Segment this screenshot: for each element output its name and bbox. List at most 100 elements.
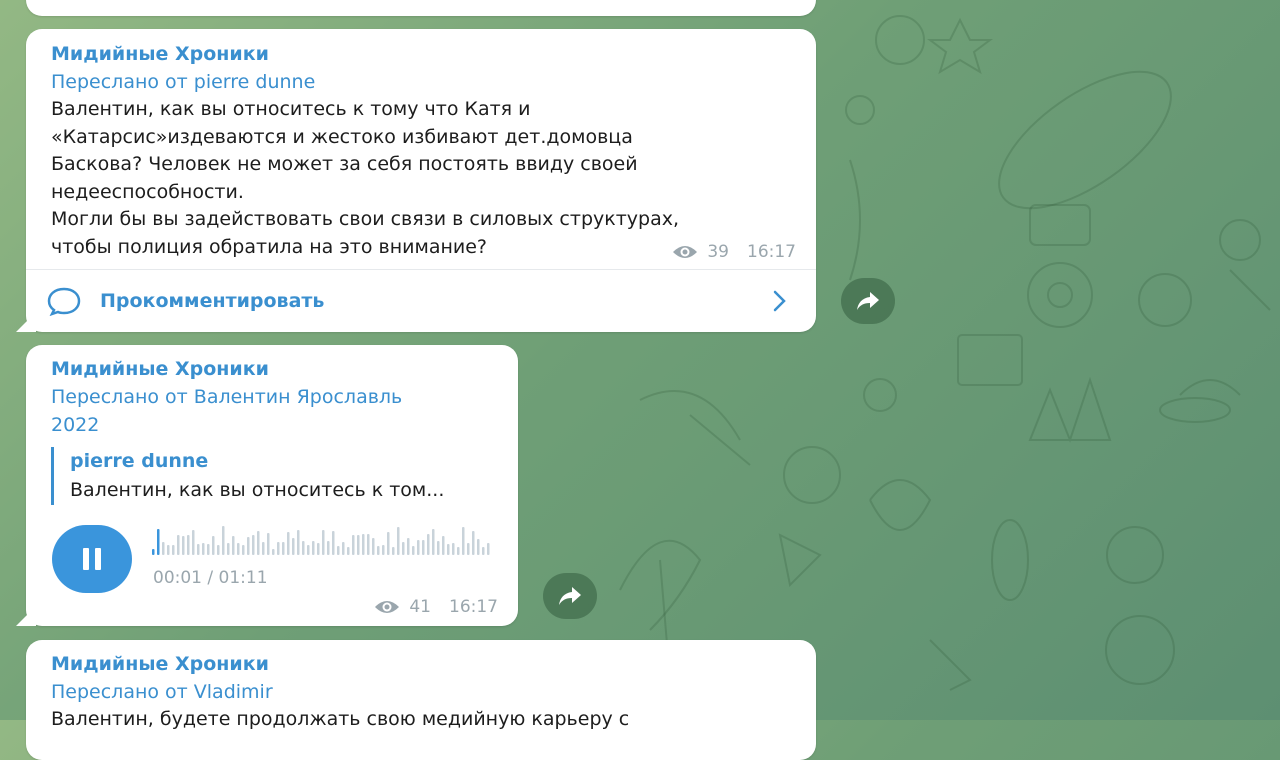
- waveform-bar: [252, 535, 255, 555]
- waveform-bar: [452, 543, 455, 555]
- waveform-bar: [402, 542, 405, 555]
- waveform-bar: [487, 543, 490, 555]
- waveform-bar: [297, 530, 300, 555]
- audio-waveform[interactable]: [152, 525, 494, 559]
- waveform-bar: [222, 526, 225, 555]
- waveform-bar: [237, 543, 240, 555]
- waveform-bar: [217, 545, 220, 555]
- waveform-bar: [442, 536, 445, 555]
- waveform-bar: [432, 529, 435, 555]
- waveform-bar: [232, 536, 235, 555]
- waveform-bar: [347, 547, 350, 555]
- message-text-line: Валентин, как вы относитесь к тому что К…: [51, 98, 531, 120]
- message-bubble: Мидийные Хроники Переслано от pierre dun…: [16, 29, 816, 332]
- channel-name[interactable]: Мидийные Хроники: [51, 355, 502, 383]
- share-button[interactable]: [543, 573, 597, 619]
- waveform-bar: [357, 535, 360, 555]
- waveform-bar: [187, 535, 190, 555]
- message-meta: 39 16:17: [671, 242, 796, 262]
- message-time: 16:17: [449, 597, 498, 617]
- waveform-bar: [292, 538, 295, 555]
- reply-quote[interactable]: pierre dunne Валентин, как вы относитесь…: [51, 447, 490, 505]
- waveform-bar: [172, 545, 175, 555]
- waveform-bar: [387, 532, 390, 555]
- audio-time: 00:01 / 01:11: [153, 568, 268, 588]
- channel-name[interactable]: Мидийные Хроники: [51, 650, 796, 678]
- waveform-bar: [377, 546, 380, 555]
- message-bubble: Мидийные Хроники Переслано от Vladimir В…: [26, 640, 816, 760]
- waveform-bar: [162, 542, 165, 555]
- waveform-bar: [202, 543, 205, 555]
- waveform-bar: [482, 547, 485, 555]
- waveform-bar: [337, 546, 340, 555]
- waveform-bar: [227, 543, 230, 555]
- message-time: 16:17: [747, 242, 796, 262]
- comment-button[interactable]: Прокомментировать: [26, 269, 816, 332]
- waveform-bar: [457, 547, 460, 555]
- waveform-bar: [342, 542, 345, 555]
- reply-author: pierre dunne: [70, 450, 209, 472]
- waveform-bar: [182, 536, 185, 555]
- waveform-bar: [307, 545, 310, 555]
- waveform-bar: [282, 542, 285, 555]
- waveform-bar: [257, 531, 260, 555]
- waveform-bar: [372, 538, 375, 555]
- waveform-bar: [422, 540, 425, 555]
- waveform-bar: [462, 527, 465, 555]
- waveform-bar: [362, 534, 365, 555]
- forwarded-from[interactable]: Переслано от Vladimir: [51, 678, 796, 706]
- waveform-bar: [157, 529, 160, 555]
- waveform-bar: [477, 539, 480, 555]
- comment-bubble-icon: [47, 287, 81, 316]
- waveform-bar: [312, 541, 315, 555]
- forwarded-from-line: Переслано от Валентин Ярославль: [51, 386, 403, 408]
- waveform-bar: [427, 534, 430, 555]
- waveform-bar: [397, 527, 400, 555]
- waveform-bar: [212, 536, 215, 555]
- bubble-tail: [16, 606, 36, 626]
- waveform-bar: [167, 545, 170, 555]
- message-text-line: недееспособности.: [51, 180, 244, 203]
- waveform-bar: [197, 544, 200, 555]
- message-text-line: Баскова? Человек не может за себя постоя…: [51, 153, 638, 175]
- pause-button[interactable]: [52, 525, 132, 593]
- chevron-right-icon: [773, 290, 786, 312]
- waveform-bar: [317, 543, 320, 555]
- waveform-bar: [272, 549, 275, 555]
- share-button[interactable]: [841, 278, 895, 324]
- forwarded-from[interactable]: Переслано от Валентин Ярославль 2022: [51, 383, 502, 439]
- waveform-bar: [207, 544, 210, 555]
- view-count: 41: [409, 597, 431, 617]
- waveform-bar: [472, 531, 475, 555]
- waveform-bar: [277, 542, 280, 555]
- eye-icon: [375, 601, 400, 613]
- waveform-bar: [407, 538, 410, 555]
- waveform-bar: [242, 545, 245, 555]
- waveform-bar: [447, 544, 450, 555]
- share-arrow-icon: [857, 292, 879, 310]
- eye-icon: [673, 246, 698, 258]
- waveform-bar: [332, 531, 335, 555]
- waveform-bar: [412, 546, 415, 555]
- share-arrow-icon: [559, 587, 581, 605]
- waveform-bar: [177, 535, 180, 555]
- waveform-bar: [437, 541, 440, 555]
- comment-label: Прокомментировать: [100, 290, 325, 312]
- waveform-bar: [287, 532, 290, 555]
- waveform-bar: [322, 530, 325, 555]
- waveform-bar: [417, 540, 420, 555]
- message-text-line: Могли бы вы задействовать свои связи в с…: [51, 208, 680, 230]
- message-meta: 41 16:17: [373, 597, 498, 617]
- message-text-line: «Катарсис»издеваются и жестоко избивают …: [51, 125, 633, 148]
- message-bubble-previous: [26, 0, 816, 16]
- forwarded-from-line: 2022: [51, 414, 100, 436]
- pause-icon: [83, 548, 101, 570]
- waveform-bar: [467, 543, 470, 555]
- channel-name[interactable]: Мидийные Хроники: [51, 40, 796, 68]
- waveform-bar: [192, 530, 195, 555]
- message-bubble: Мидийные Хроники Переслано от Валентин Я…: [16, 345, 518, 626]
- view-count: 39: [707, 242, 729, 262]
- waveform-bar: [352, 535, 355, 555]
- waveform-bar: [367, 534, 370, 555]
- forwarded-from[interactable]: Переслано от pierre dunne: [51, 68, 796, 96]
